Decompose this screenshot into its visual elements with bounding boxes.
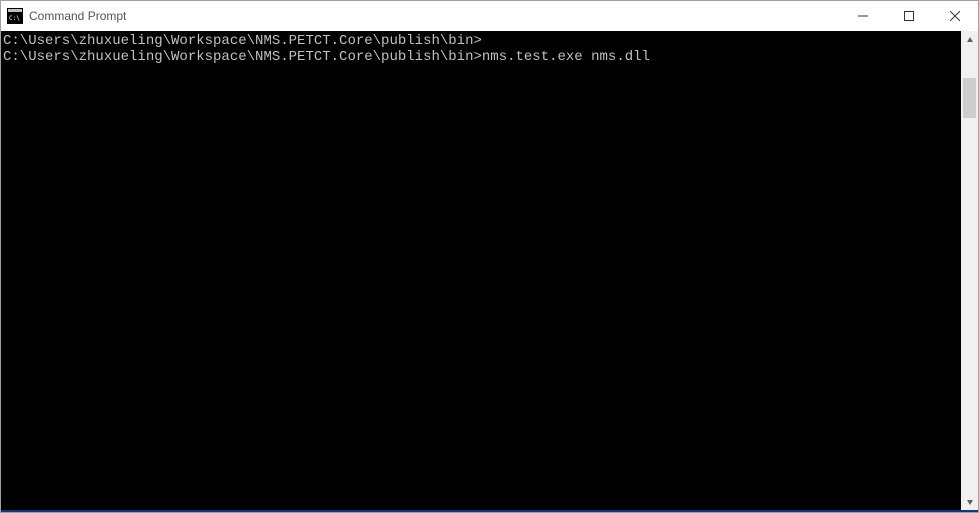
command-text: nms.test.exe nms.dll <box>482 49 650 65</box>
svg-text:C:\: C:\ <box>9 15 20 22</box>
maximize-button[interactable] <box>886 1 932 31</box>
scroll-thumb[interactable] <box>963 78 976 118</box>
terminal-line: C:\Users\zhuxueling\Workspace\NMS.PETCT.… <box>3 33 961 49</box>
scroll-up-button[interactable] <box>961 31 978 48</box>
scroll-track[interactable] <box>961 48 978 493</box>
terminal-area: C:\Users\zhuxueling\Workspace\NMS.PETCT.… <box>1 31 978 512</box>
prompt-text: C:\Users\zhuxueling\Workspace\NMS.PETCT.… <box>3 49 482 65</box>
window-title: Command Prompt <box>29 9 840 23</box>
prompt-text: C:\Users\zhuxueling\Workspace\NMS.PETCT.… <box>3 33 482 49</box>
close-button[interactable] <box>932 1 978 31</box>
titlebar[interactable]: C:\ Command Prompt <box>1 1 978 31</box>
scroll-down-button[interactable] <box>961 493 978 510</box>
command-prompt-window: C:\ Command Prompt C:\Users\zhuxueling\W… <box>0 0 979 513</box>
terminal-line: C:\Users\zhuxueling\Workspace\NMS.PETCT.… <box>3 49 961 65</box>
window-controls <box>840 1 978 31</box>
vertical-scrollbar[interactable] <box>961 31 978 510</box>
terminal[interactable]: C:\Users\zhuxueling\Workspace\NMS.PETCT.… <box>1 31 961 510</box>
cmd-icon: C:\ <box>7 8 23 24</box>
minimize-button[interactable] <box>840 1 886 31</box>
